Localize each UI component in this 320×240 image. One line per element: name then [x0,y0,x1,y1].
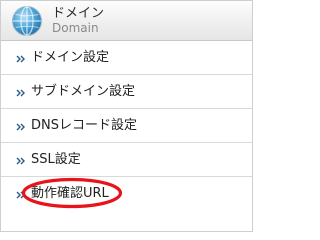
menu-item-subdomain-settings[interactable]: サブドメイン設定 [1,75,252,109]
menu-item-ssl-settings[interactable]: SSL設定 [1,143,252,177]
panel-title: ドメイン [52,6,105,21]
menu-item-label: サブドメイン設定 [31,84,136,99]
chevron-right-icon [16,157,25,165]
domain-menu-list: ドメイン設定 サブドメイン設定 DNSレコード設定 SSL設定 動作確認URL [1,41,252,210]
globe-icon [12,6,42,36]
chevron-right-icon [16,55,25,63]
panel-subtitle: Domain [52,21,99,35]
chevron-right-icon [16,191,25,199]
panel-header: ドメイン Domain [1,1,252,41]
menu-item-label: 動作確認URL [31,186,109,201]
menu-item-dns-record-settings[interactable]: DNSレコード設定 [1,109,252,143]
menu-item-label: DNSレコード設定 [31,118,137,133]
domain-menu-panel: ドメイン Domain ドメイン設定 サブドメイン設定 DNSレコード設定 SS… [0,0,253,232]
menu-item-label: ドメイン設定 [31,50,110,65]
menu-item-operation-check-url[interactable]: 動作確認URL [1,177,252,210]
chevron-right-icon [16,123,25,131]
chevron-right-icon [16,89,25,97]
menu-item-domain-settings[interactable]: ドメイン設定 [1,41,252,75]
menu-item-label: SSL設定 [31,152,81,167]
